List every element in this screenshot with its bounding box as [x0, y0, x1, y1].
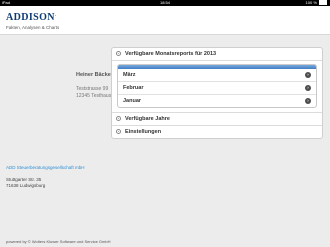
month-list-container: März › Februar › Januar › [112, 61, 322, 113]
month-item-maerz[interactable]: März › [118, 69, 316, 82]
month-list: März › Februar › Januar › [117, 64, 317, 108]
month-label: März [123, 72, 136, 78]
reports-panel: Verfügbare Monatsreports für 2013 März ›… [111, 47, 323, 139]
chevron-right-icon: › [305, 98, 311, 104]
company-city: 71638 Ludwigsburg [6, 182, 46, 188]
addison-logo: ADDISON. [6, 12, 57, 23]
month-item-januar[interactable]: Januar › [118, 95, 316, 107]
month-item-februar[interactable]: Februar › [118, 82, 316, 95]
chevron-right-icon: › [305, 85, 311, 91]
month-label: Januar [123, 98, 142, 104]
logo-text: ADDISON [6, 12, 55, 23]
available-years-row[interactable]: Verfügbare Jahre [112, 113, 322, 126]
app-header: ADDISON. Fakten, Analysen & Charts [0, 6, 330, 35]
gear-icon [116, 51, 121, 56]
settings-label: Einstellungen [125, 129, 162, 135]
footer-credit: powered by © Wolters Kluwer Software und… [6, 239, 111, 244]
company-name-link[interactable]: ADD Steuerberatungsgesellschaft mbH [6, 165, 101, 171]
settings-row[interactable]: Einstellungen [112, 126, 322, 138]
app-subtitle: Fakten, Analysen & Charts [6, 25, 60, 30]
battery-percent: 100 % [305, 0, 317, 5]
gear-icon [116, 116, 121, 121]
gear-icon [116, 129, 121, 134]
company-street: Stuttgarter Str. 35 [6, 176, 42, 182]
monthly-reports-label: Verfügbare Monatsreports für 2013 [125, 51, 217, 57]
company-info: ADD Steuerberatungsgesellschaft mbH Stut… [6, 165, 101, 189]
battery-icon [319, 0, 327, 6]
month-label: Februar [123, 85, 144, 91]
available-years-label: Verfügbare Jahre [125, 116, 170, 122]
monthly-reports-header[interactable]: Verfügbare Monatsreports für 2013 [112, 48, 322, 61]
chevron-right-icon: › [305, 72, 311, 78]
